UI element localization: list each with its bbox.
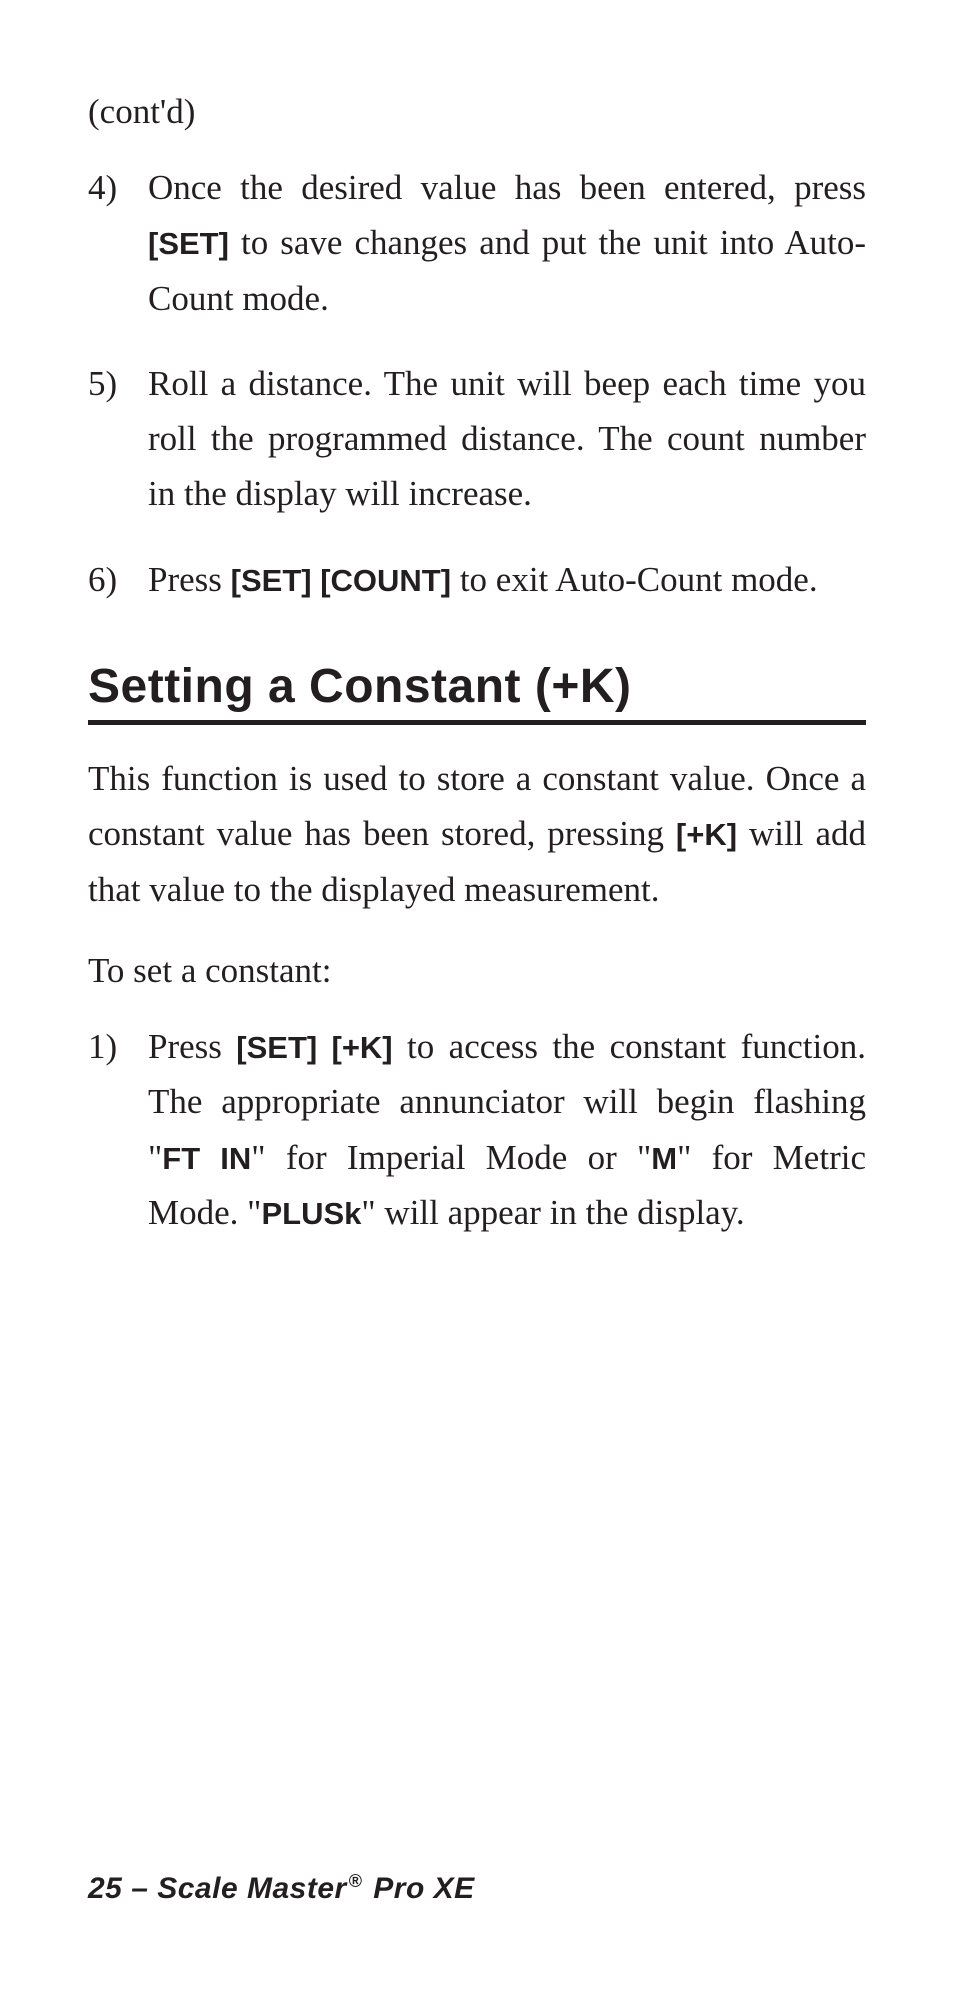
text-run: Once the desired value has been entered,… [148, 168, 866, 207]
step-number: 1) [88, 1019, 148, 1240]
key-label: [SET] [+K] [236, 1030, 392, 1065]
numbered-step: 1)Press [SET] [+K] to access the constan… [88, 1019, 866, 1240]
text-run: " for Imperial Mode or " [251, 1138, 651, 1177]
key-label: [SET] [COUNT] [231, 563, 451, 598]
step-body: Once the desired value has been entered,… [148, 160, 866, 326]
section-paragraph: This function is used to store a constan… [88, 751, 866, 917]
section-heading: Setting a Constant (+K) [88, 659, 866, 725]
footer-title-b: Pro XE [364, 1872, 474, 1905]
continued-marker: (cont'd) [88, 92, 866, 132]
numbered-step: 4)Once the desired value has been entere… [88, 160, 866, 326]
text-run: Press [148, 560, 231, 599]
key-label: PLUSk [261, 1196, 361, 1231]
footer-sep: – [122, 1872, 157, 1905]
text-run: Press [148, 1027, 236, 1066]
step-body: Press [SET] [+K] to access the constant … [148, 1019, 866, 1240]
numbered-step: 5)Roll a distance. The unit will beep ea… [88, 356, 866, 522]
step-number: 4) [88, 160, 148, 326]
numbered-step: 6)Press [SET] [COUNT] to exit Auto-Count… [88, 552, 866, 607]
step-number: 5) [88, 356, 148, 522]
step-body: Press [SET] [COUNT] to exit Auto-Count m… [148, 552, 866, 607]
key-label: FT IN [162, 1141, 251, 1176]
key-label: [+K] [676, 817, 737, 852]
text-run: to save changes and put the unit into Au… [148, 223, 866, 317]
step-body: Roll a distance. The unit will beep each… [148, 356, 866, 522]
footer-page-num: 25 [88, 1872, 122, 1905]
page-footer: 25 – Scale Master® Pro XE [88, 1871, 475, 1906]
registered-icon: ® [349, 1871, 363, 1891]
step-number: 6) [88, 552, 148, 607]
text-run: " will appear in the display. [361, 1193, 744, 1232]
intro-text: To set a constant: [88, 951, 866, 991]
text-run: to exit Auto-Count mode. [451, 560, 818, 599]
key-label: [SET] [148, 226, 229, 261]
key-label: M [651, 1141, 677, 1176]
text-run: Roll a distance. The unit will beep each… [148, 364, 866, 514]
footer-title-a: Scale Master [157, 1872, 346, 1905]
